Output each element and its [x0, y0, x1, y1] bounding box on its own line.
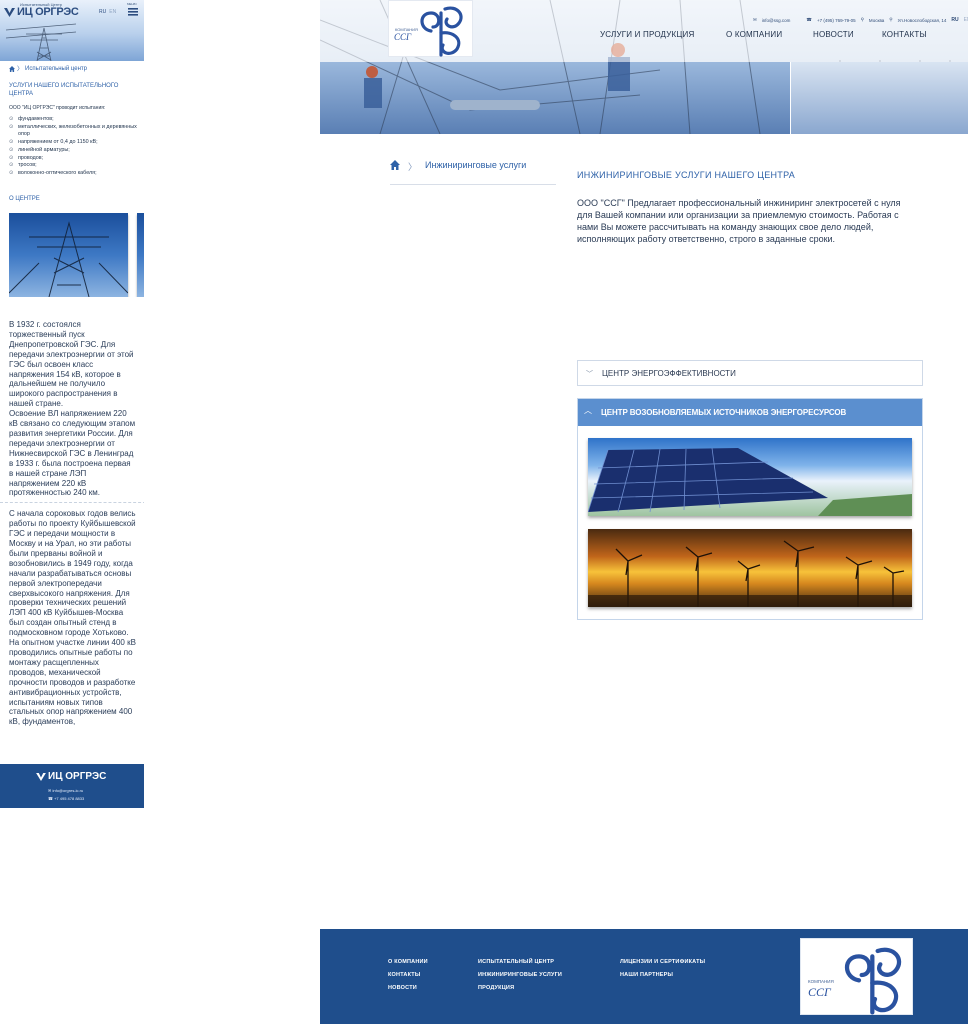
company-logo[interactable]: КОМПАНИЯ ССГ: [388, 0, 473, 57]
logo-mark-icon: [4, 7, 15, 17]
mobile-language-switch[interactable]: RU EN: [99, 9, 116, 15]
phone-icon: ☎: [806, 17, 812, 22]
mobile-history-text: В 1932 г. состоялся торжественный пуск Д…: [0, 320, 144, 727]
list-item: проводов;: [9, 155, 137, 163]
list-item: тросов;: [9, 162, 137, 170]
footer-link[interactable]: ИНЖИНИРИНГОВЫЕ УСЛУГИ: [478, 972, 562, 978]
list-item: фундаментов;: [9, 116, 137, 124]
footer-logo[interactable]: КОМПАНИЯ ССГ: [800, 938, 913, 1015]
header-email[interactable]: info@ssg.com: [762, 18, 791, 23]
list-item: напряжением от 0,4 до 1150 кВ;: [9, 139, 137, 147]
location-pin-icon: ⚲: [889, 17, 893, 22]
location-pin-icon: ⚲: [860, 17, 864, 22]
email-link[interactable]: info@orgres-ic.ru: [52, 788, 83, 793]
mobile-footer: ИЦ ОРГРЭС ✉ info@orgres-ic.ru ☎ +7 495 4…: [0, 764, 144, 808]
nav-news-link[interactable]: НОВОСТИ: [813, 30, 882, 39]
divider: [0, 502, 144, 504]
solar-panels-graphic: [588, 447, 912, 516]
main-nav: УСЛУГИ И ПРОДУКЦИЯ О КОМПАНИИ НОВОСТИ КО…: [600, 30, 927, 39]
tower-photo-image: [9, 221, 129, 297]
list-item: волоконно-оптического кабеля;: [9, 170, 137, 178]
breadcrumb-separator: 〉: [408, 162, 418, 172]
mobile-footer-logo[interactable]: ИЦ ОРГРЭС: [36, 771, 106, 782]
accordion-label[interactable]: ЦЕНТР ЭНЕРГОЭФФЕКТИВНОСТИ: [602, 369, 736, 378]
breadcrumb-separator: 〉: [17, 67, 24, 73]
hero-substation-image: [790, 62, 968, 134]
footer-column: О КОМПАНИИ КОНТАКТЫ НОВОСТИ: [388, 959, 428, 991]
lang-en[interactable]: EN: [109, 9, 116, 15]
nav-about-link[interactable]: О КОМПАНИИ: [726, 30, 813, 39]
mobile-footer-logo-text: ИЦ ОРГРЭС: [48, 771, 107, 782]
logo-tagline: КОМПАНИЯ: [808, 979, 834, 984]
lang-ru[interactable]: RU: [99, 9, 106, 15]
mobile-tests-list: фундаментов; металлических, железобетонн…: [9, 116, 137, 178]
footer-link[interactable]: ЛИЦЕНЗИИ И СЕРТИФИКАТЫ: [620, 959, 705, 965]
top-contacts: ✉ info@ssg.com ☎ +7 (495) 769-79-05 ⚲ Мо…: [753, 17, 968, 23]
hamburger-menu-icon[interactable]: [127, 5, 139, 17]
footer-column: ИСПЫТАТЕЛЬНЫЙ ЦЕНТР ИНЖИНИРИНГОВЫЕ УСЛУГ…: [478, 959, 562, 991]
accordion-header-active[interactable]: ︿ ЦЕНТР ВОЗОБНОВЛЯЕМЫХ ИСТОЧНИКОВ ЭНЕРГО…: [578, 399, 922, 426]
page-title: ИНЖИНИРИНГОВЫЕ УСЛУГИ НАШЕГО ЦЕНТРА: [577, 170, 796, 180]
solar-panels-image[interactable]: [588, 438, 912, 516]
breadcrumb-current[interactable]: Инжиниринговые услуги: [425, 160, 526, 170]
mobile-services-title: УСЛУГИ НАШЕГО ИСПЫТАТЕЛЬНОГО ЦЕНТРА: [9, 83, 119, 97]
chevron-up-icon: ︿: [584, 406, 592, 415]
transmission-tower-image: [6, 23, 76, 61]
header-address: Ул.Новослободская, 14: [897, 17, 947, 23]
nav-services-link[interactable]: УСЛУГИ И ПРОДУКЦИЯ: [600, 30, 726, 39]
history-paragraph: В 1932 г. состоялся торжественный пуск Д…: [9, 320, 134, 409]
breadcrumb: 〉 Инжиниринговые услуги: [390, 160, 556, 185]
footer-link[interactable]: НАШИ ПАРТНЕРЫ: [620, 972, 705, 978]
list-item: металлических, железобетонных и деревянн…: [9, 124, 137, 139]
mobile-breadcrumb: 〉 Испытательный центр: [9, 64, 87, 73]
mobile-footer-phone[interactable]: ☎ +7 495 478 8833: [48, 796, 84, 801]
gallery-photo[interactable]: [9, 213, 129, 297]
list-item: линейной арматуры;: [9, 147, 137, 155]
footer-link[interactable]: НОВОСТИ: [388, 985, 428, 991]
mobile-preview: Испытательный Центр ИЦ ОРГРЭС RU EN МЕНЮ …: [0, 0, 144, 808]
mail-icon: ✉: [753, 17, 757, 22]
logo-mark-icon: [36, 772, 46, 781]
mobile-gallery[interactable]: [9, 213, 144, 297]
chevron-down-icon: ﹀: [586, 371, 593, 378]
mobile-logo[interactable]: ИЦ ОРГРЭС: [4, 6, 79, 18]
logo-abbr: ССГ: [394, 32, 412, 42]
logo-swirl-icon: [420, 6, 463, 57]
mobile-logo-text: ИЦ ОРГРЭС: [17, 6, 79, 18]
home-icon[interactable]: [390, 160, 400, 170]
footer-column: ЛИЦЕНЗИИ И СЕРТИФИКАТЫ НАШИ ПАРТНЕРЫ: [620, 959, 705, 978]
home-icon[interactable]: [9, 65, 15, 72]
wind-turbines-image[interactable]: [588, 529, 912, 607]
mobile-about-title: О ЦЕНТРЕ: [9, 196, 40, 202]
header-phone[interactable]: +7 (495) 769-79-05: [817, 18, 856, 23]
header-city: Москва: [868, 17, 885, 23]
footer-link[interactable]: ИСПЫТАТЕЛЬНЫЙ ЦЕНТР: [478, 959, 562, 965]
mobile-intro: ООО "ИЦ ОРГРЭС" проводит испытания:: [9, 105, 106, 111]
history-paragraph: Освоение ВЛ напряжением 220 кВ связано с…: [9, 409, 136, 498]
footer-link[interactable]: ПРОДУКЦИЯ: [478, 985, 562, 991]
lang-en[interactable]: EN: [964, 17, 968, 23]
site-footer: О КОМПАНИИ КОНТАКТЫ НОВОСТИ ИСПЫТАТЕЛЬНЫ…: [320, 929, 968, 1024]
logo-swirl-icon: [844, 947, 902, 1015]
history-paragraph: С начала сороковых годов велись работы п…: [9, 509, 136, 727]
accordion-item-renewables[interactable]: ︿ ЦЕНТР ВОЗОБНОВЛЯЕМЫХ ИСТОЧНИКОВ ЭНЕРГО…: [577, 398, 923, 620]
mobile-header: Испытательный Центр ИЦ ОРГРЭС RU EN: [2, 2, 142, 18]
footer-link[interactable]: КОНТАКТЫ: [388, 972, 428, 978]
breadcrumb-current[interactable]: Испытательный центр: [25, 66, 87, 72]
footer-link[interactable]: О КОМПАНИИ: [388, 959, 428, 965]
accordion-item-energy-efficiency[interactable]: ﹀ ЦЕНТР ЭНЕРГОЭФФЕКТИВНОСТИ: [577, 360, 923, 386]
accordion-label[interactable]: ЦЕНТР ВОЗОБНОВЛЯЕМЫХ ИСТОЧНИКОВ ЭНЕРГОРЕ…: [601, 408, 846, 417]
page-description: ООО "ССГ" Предлагает профессиональный ин…: [577, 198, 901, 244]
nav-contacts-link[interactable]: КОНТАКТЫ: [882, 30, 927, 39]
mobile-footer-email[interactable]: ✉ info@orgres-ic.ru: [48, 788, 83, 793]
wind-turbines-graphic: [588, 540, 912, 607]
gallery-photo[interactable]: [137, 213, 144, 297]
phone-link[interactable]: +7 495 478 8833: [54, 796, 84, 801]
logo-abbr: ССГ: [808, 985, 831, 999]
lang-ru[interactable]: RU: [951, 17, 958, 23]
